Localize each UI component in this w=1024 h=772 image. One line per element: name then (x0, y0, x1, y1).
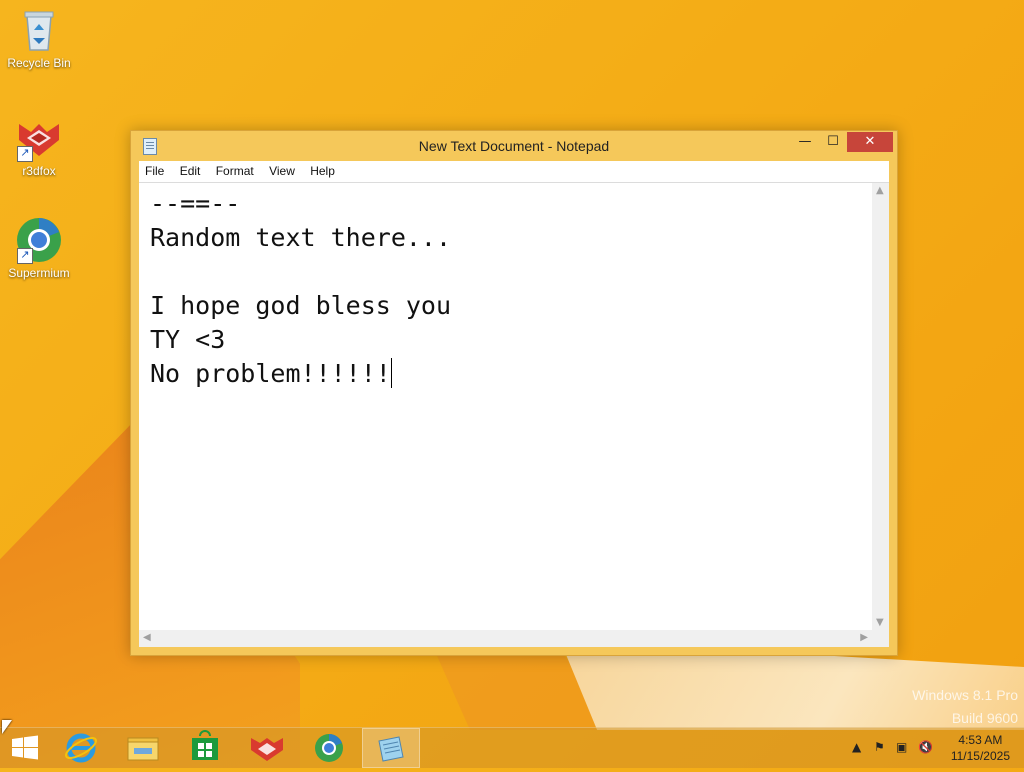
menu-file[interactable]: File (139, 161, 170, 178)
scroll-up-icon[interactable]: ▲ (876, 185, 884, 196)
menu-format[interactable]: Format (210, 161, 260, 178)
windows-logo-icon (12, 735, 38, 760)
notepad-icon (378, 736, 404, 762)
shortcut-arrow-icon: ↗ (17, 248, 33, 264)
text-area[interactable]: --==-- Random text there... I hope god b… (139, 183, 872, 630)
action-center-flag-icon[interactable]: ⚑ (874, 740, 885, 754)
notepad-window[interactable]: New Text Document - Notepad — ☐ ✕ File E… (130, 130, 898, 656)
title-bar[interactable]: New Text Document - Notepad — ☐ ✕ (131, 131, 897, 161)
watermark-edition: Windows 8.1 Pro (912, 687, 1018, 703)
r3dfox-icon: ↗ (15, 114, 63, 162)
menu-help[interactable]: Help (304, 161, 341, 178)
shortcut-arrow-icon: ↗ (17, 146, 33, 162)
desktop-icon-label: Recycle Bin (7, 56, 71, 70)
windows-watermark: Windows 8.1 Pro Build 9600 (912, 684, 1018, 730)
vertical-scrollbar[interactable]: ▲ ▼ (872, 183, 889, 630)
volume-muted-icon[interactable]: 🔇 (918, 740, 933, 754)
text-line: Random text there... (150, 223, 452, 252)
desktop-icon-label: r3dfox (22, 164, 56, 178)
text-editor[interactable]: --==-- Random text there... I hope god b… (139, 183, 889, 647)
folder-icon (127, 737, 159, 761)
taskbar-internet-explorer[interactable] (52, 728, 110, 768)
desktop-icon-supermium[interactable]: ↗ Supermium (0, 216, 78, 280)
internet-explorer-icon (64, 733, 98, 763)
maximize-button[interactable]: ☐ (819, 132, 847, 152)
desktop-icon-label: Supermium (8, 266, 70, 280)
start-button[interactable] (0, 728, 50, 768)
supermium-icon (315, 734, 343, 762)
mouse-pointer (2, 720, 12, 734)
text-line: I hope god bless you (150, 291, 452, 320)
scroll-left-icon[interactable]: ◀ (143, 632, 151, 643)
network-icon[interactable]: ▣ (896, 740, 907, 754)
minimize-button[interactable]: — (791, 132, 819, 152)
menu-bar: File Edit Format View Help (139, 161, 889, 183)
taskbar: ▲ ⚑ ▣ 🔇 4:53 AM 11/15/2025 (0, 727, 1024, 768)
close-button[interactable]: ✕ (847, 132, 893, 152)
text-line: --==-- (150, 189, 241, 218)
show-hidden-icons-icon[interactable]: ▲ (852, 740, 861, 754)
scroll-right-icon[interactable]: ▶ (860, 632, 868, 643)
r3dfox-icon (251, 738, 283, 761)
window-title: New Text Document - Notepad (418, 138, 610, 154)
desktop-icon-r3dfox[interactable]: ↗ r3dfox (0, 114, 78, 178)
taskbar-notepad[interactable] (362, 728, 420, 768)
menu-view[interactable]: View (263, 161, 301, 178)
clock-date: 11/15/2025 (950, 749, 1010, 763)
taskbar-r3dfox[interactable] (238, 728, 296, 768)
text-line-last: No problem!!!!!! (150, 357, 861, 391)
desktop-icon-recycle-bin[interactable]: Recycle Bin (0, 6, 78, 70)
supermium-icon: ↗ (15, 216, 63, 264)
text-line (150, 255, 861, 289)
store-icon (192, 730, 218, 760)
clock-time: 4:53 AM (958, 733, 1003, 747)
taskbar-clock[interactable]: 4:53 AM 11/15/2025 (951, 732, 1010, 764)
text-line: TY <3 (150, 325, 226, 354)
resize-grip[interactable] (872, 630, 889, 647)
scroll-down-icon[interactable]: ▼ (876, 617, 884, 628)
recycle-bin-icon (15, 6, 63, 54)
menu-edit[interactable]: Edit (174, 161, 207, 178)
taskbar-store[interactable] (176, 728, 234, 768)
taskbar-supermium[interactable] (300, 728, 358, 768)
text-line-content: No problem!!!!!! (150, 359, 391, 388)
taskbar-file-explorer[interactable] (114, 728, 172, 768)
text-caret (390, 358, 392, 388)
system-tray: ▲ ⚑ ▣ 🔇 4:53 AM 11/15/2025 (824, 728, 1024, 768)
horizontal-scrollbar[interactable]: ◀ ▶ (139, 630, 872, 647)
